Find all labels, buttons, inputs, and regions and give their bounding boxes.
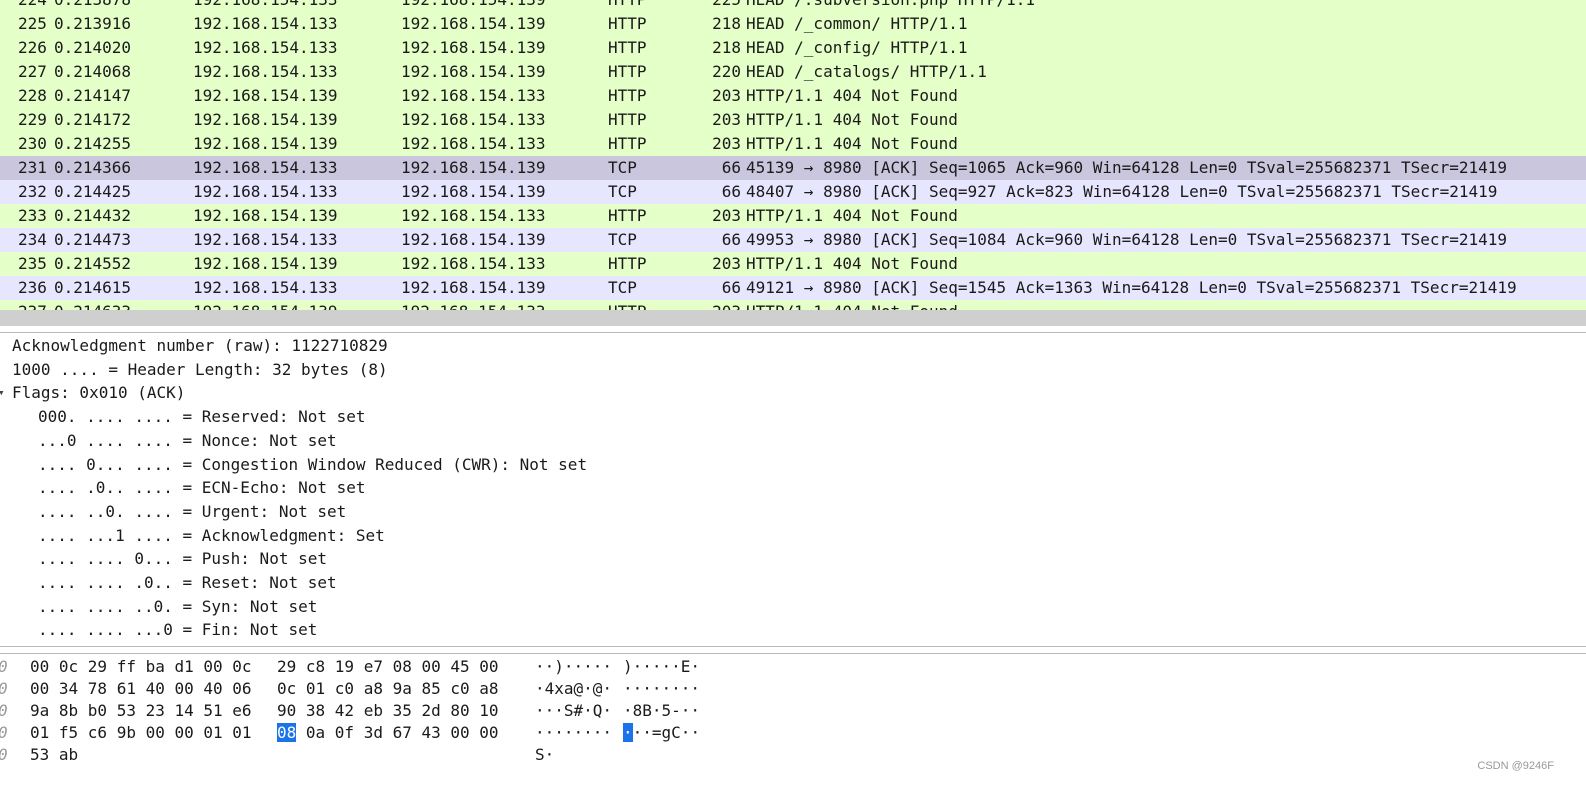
hex-bytes[interactable]: 90 38 42 eb 35 2d 80 10 [277,700,499,722]
hex-bytes[interactable]: 00 0c 29 ff ba d1 00 0c [30,656,252,678]
packet-info: HTTP/1.1 404 Not Found [746,86,958,105]
detail-text: .... .... 0... = Push: Not set [38,549,327,569]
packet-length: 203 [0,300,741,310]
ascii-segment[interactable]: ········ [623,679,700,698]
packet-details-tree[interactable]: Acknowledgment number (raw): 1122710829 1… [0,334,1586,646]
detail-text: ...0 .... .... = Nonce: Not set [38,430,337,450]
packet-info: HTTP/1.1 404 Not Found [746,110,958,129]
packet-row[interactable]: 236 0.214615 192.168.154.133 192.168.154.13… [0,276,1586,300]
detail-text: .... 0... .... = Congestion Window Reduc… [38,454,588,474]
hex-segment[interactable]: 90 38 42 eb 35 2d 80 10 [277,701,499,720]
ascii-bytes[interactable]: ·4xa@·@· [535,678,612,700]
packet-row[interactable]: 226 0.214020 192.168.154.133 192.168.154.13… [0,36,1586,60]
packet-length: 66 [721,158,741,177]
pane-splitter[interactable] [0,646,1586,654]
packet-length: 225 [0,0,741,12]
highlighted-char[interactable]: · [623,723,633,742]
packet-row[interactable]: 232 0.214425 192.168.154.133 192.168.154.13… [0,180,1586,204]
packet-info: HTTP/1.1 404 Not Found [746,300,958,310]
hex-bytes[interactable]: 0c 01 c0 a8 9a 85 c0 a8 [277,678,499,700]
detail-text: .... ..0. .... = Urgent: Not set [38,501,347,521]
byte-offset: 0 [0,722,8,744]
detail-text: 000. .... .... = Reserved: Not set [38,407,366,427]
packet-info: HEAD /_common/ HTTP/1.1 [746,14,968,33]
detail-text: Flags: 0x010 (ACK) [12,383,186,403]
hex-bytes[interactable]: 29 c8 19 e7 08 00 45 00 [277,656,499,678]
detail-text: .... .... ...0 = Fin: Not set [38,620,318,640]
ascii-bytes[interactable]: )·····E· [623,656,700,678]
packet-list[interactable]: 2240.213878192.168.154.133192.168.154.13… [0,0,1586,310]
byte-offset: 0 [0,744,8,766]
packet-info: HEAD /.subversion.php HTTP/1.1 [746,0,1035,12]
packet-length: 66 [721,278,741,297]
pane-splitter[interactable] [0,326,1586,333]
packet-row[interactable]: 2370.214633192.168.154.139192.168.154.13… [0,300,1586,310]
packet-length: 218 [712,38,741,57]
packet-bytes-pane[interactable]: 0 00 0c 29 ff ba d1 00 0c 29 c8 19 e7 08 0… [0,656,1586,788]
packet-length: 203 [712,206,741,225]
ascii-bytes[interactable]: ·8B·5-·· [623,700,700,722]
packet-info: 45139 → 8980 [ACK] Seq=1065 Ack=960 Win=… [746,158,1507,177]
packet-length: 203 [712,110,741,129]
packet-length: 203 [712,86,741,105]
ascii-segment[interactable]: ·8B·5-·· [623,701,700,720]
highlighted-byte[interactable]: 08 [277,723,297,742]
byte-offset: 0 [0,678,8,700]
byte-offset: 0 [0,700,8,722]
packet-row[interactable]: 2240.213878192.168.154.133192.168.154.13… [0,0,1586,12]
hex-bytes[interactable]: 53 ab [30,744,78,766]
ascii-segment[interactable]: ··=gC·· [633,723,700,742]
packet-info: HTTP/1.1 404 Not Found [746,134,958,153]
packet-info: 49953 → 8980 [ACK] Seq=1084 Ack=960 Win=… [746,230,1507,249]
horizontal-scrollbar[interactable] [0,310,1586,326]
ascii-bytes[interactable]: ········ [623,678,700,700]
packet-length: 66 [721,230,741,249]
packet-row[interactable]: 231 0.214366 192.168.154.133 192.168.154.13… [0,156,1586,180]
packet-length: 218 [712,14,741,33]
detail-text: Acknowledgment number (raw): 1122710829 [12,336,388,355]
packet-length: 66 [721,182,741,201]
detail-text: .... .... .0.. = Reset: Not set [38,573,337,592]
packet-info: HEAD /_catalogs/ HTTP/1.1 [746,62,987,81]
packet-info: HEAD /_config/ HTTP/1.1 [746,38,968,57]
watermark: CSDN @9246F [1477,760,1554,772]
ascii-segment[interactable]: )·····E· [623,657,700,676]
hex-bytes[interactable]: 08 0a 0f 3d 67 43 00 00 [277,722,499,744]
packet-info: 49121 → 8980 [ACK] Seq=1545 Ack=1363 Win… [746,278,1517,297]
packet-info: HTTP/1.1 404 Not Found [746,206,958,225]
hex-segment[interactable]: 0a 0f 3d 67 43 00 00 [296,723,499,742]
packet-row[interactable]: 230 0.214255 192.168.154.139 192.168.154.13… [0,132,1586,156]
ascii-bytes[interactable]: ··)····· [535,656,612,678]
expand-arrow-icon[interactable]: ▾ [0,381,5,405]
hex-bytes[interactable]: 9a 8b b0 53 23 14 51 e6 [30,700,252,722]
hex-bytes[interactable]: 01 f5 c6 9b 00 00 01 01 [30,722,252,744]
detail-text: .... .... ..0. = Syn: Not set [38,596,318,616]
hex-segment[interactable]: 0c 01 c0 a8 9a 85 c0 a8 [277,679,499,698]
packet-row[interactable]: 234 0.214473 192.168.154.133 192.168.154.13… [0,228,1586,252]
detail-text: .... ...1 .... = Acknowledgment: Set [38,525,385,545]
packet-length: 203 [712,254,741,273]
packet-row[interactable]: 229 0.214172 192.168.154.139 192.168.154.13… [0,108,1586,132]
hex-segment[interactable]: 29 c8 19 e7 08 00 45 00 [277,657,499,676]
ascii-bytes[interactable]: ········ [535,722,612,744]
packet-row[interactable]: 233 0.214432 192.168.154.139 192.168.154.13… [0,204,1586,228]
packet-row[interactable]: 227 0.214068 192.168.154.133 192.168.154.13… [0,60,1586,84]
packet-info: 48407 → 8980 [ACK] Seq=927 Ack=823 Win=6… [746,182,1498,201]
packet-length: 220 [712,62,741,81]
detail-text: 1000 .... = Header Length: 32 bytes (8) [12,359,388,379]
hex-bytes[interactable]: 00 34 78 61 40 00 40 06 [30,678,252,700]
packet-info: HTTP/1.1 404 Not Found [746,254,958,273]
ascii-bytes[interactable]: S· [535,744,554,766]
packet-length: 203 [712,134,741,153]
packet-row[interactable]: 228 0.214147 192.168.154.139 192.168.154.13… [0,84,1586,108]
ascii-bytes[interactable]: ···=gC·· [623,722,700,744]
detail-text: .... .0.. .... = ECN-Echo: Not set [38,478,366,498]
packet-row[interactable]: 235 0.214552 192.168.154.139 192.168.154.13… [0,252,1586,276]
packet-row[interactable]: 225 0.213916 192.168.154.133 192.168.154.13… [0,12,1586,36]
byte-offset: 0 [0,656,8,678]
ascii-bytes[interactable]: ···S#·Q· [535,700,612,722]
